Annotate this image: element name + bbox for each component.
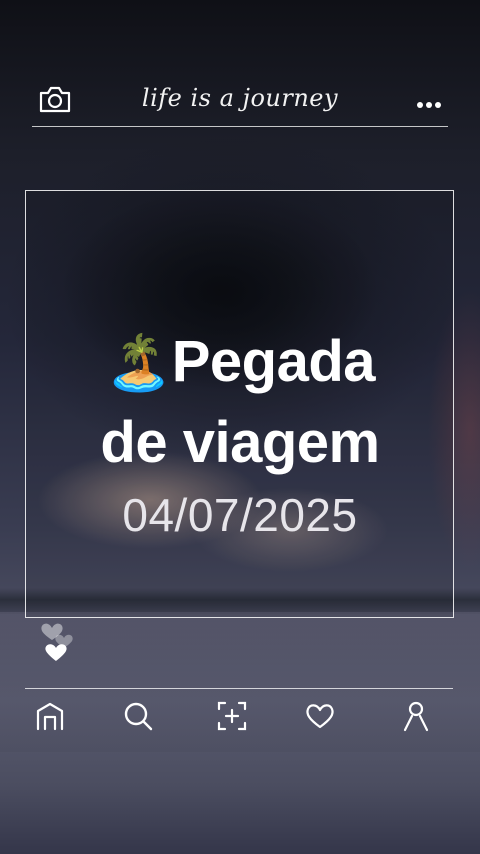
headline-line-2: de viagem [100,410,380,475]
date-text: 04/07/2025 [122,489,358,541]
search-icon[interactable] [121,699,155,733]
headline-text-1: Pegada [171,329,376,394]
home-icon[interactable] [33,699,67,733]
top-bar: life is a journey [32,80,448,127]
bottom-nav [25,688,453,749]
hearts-icon [38,612,82,668]
header-title: life is a journey [141,84,339,112]
profile-icon[interactable] [399,699,433,733]
heart-icon[interactable] [303,699,337,733]
more-dots-icon[interactable] [416,96,442,108]
headline-line-1: 🏝️Pegada [0,322,480,403]
headline: 🏝️Pegada de viagem [0,322,480,483]
add-post-icon[interactable] [215,699,249,733]
beach-island-icon: 🏝️ [104,333,172,393]
